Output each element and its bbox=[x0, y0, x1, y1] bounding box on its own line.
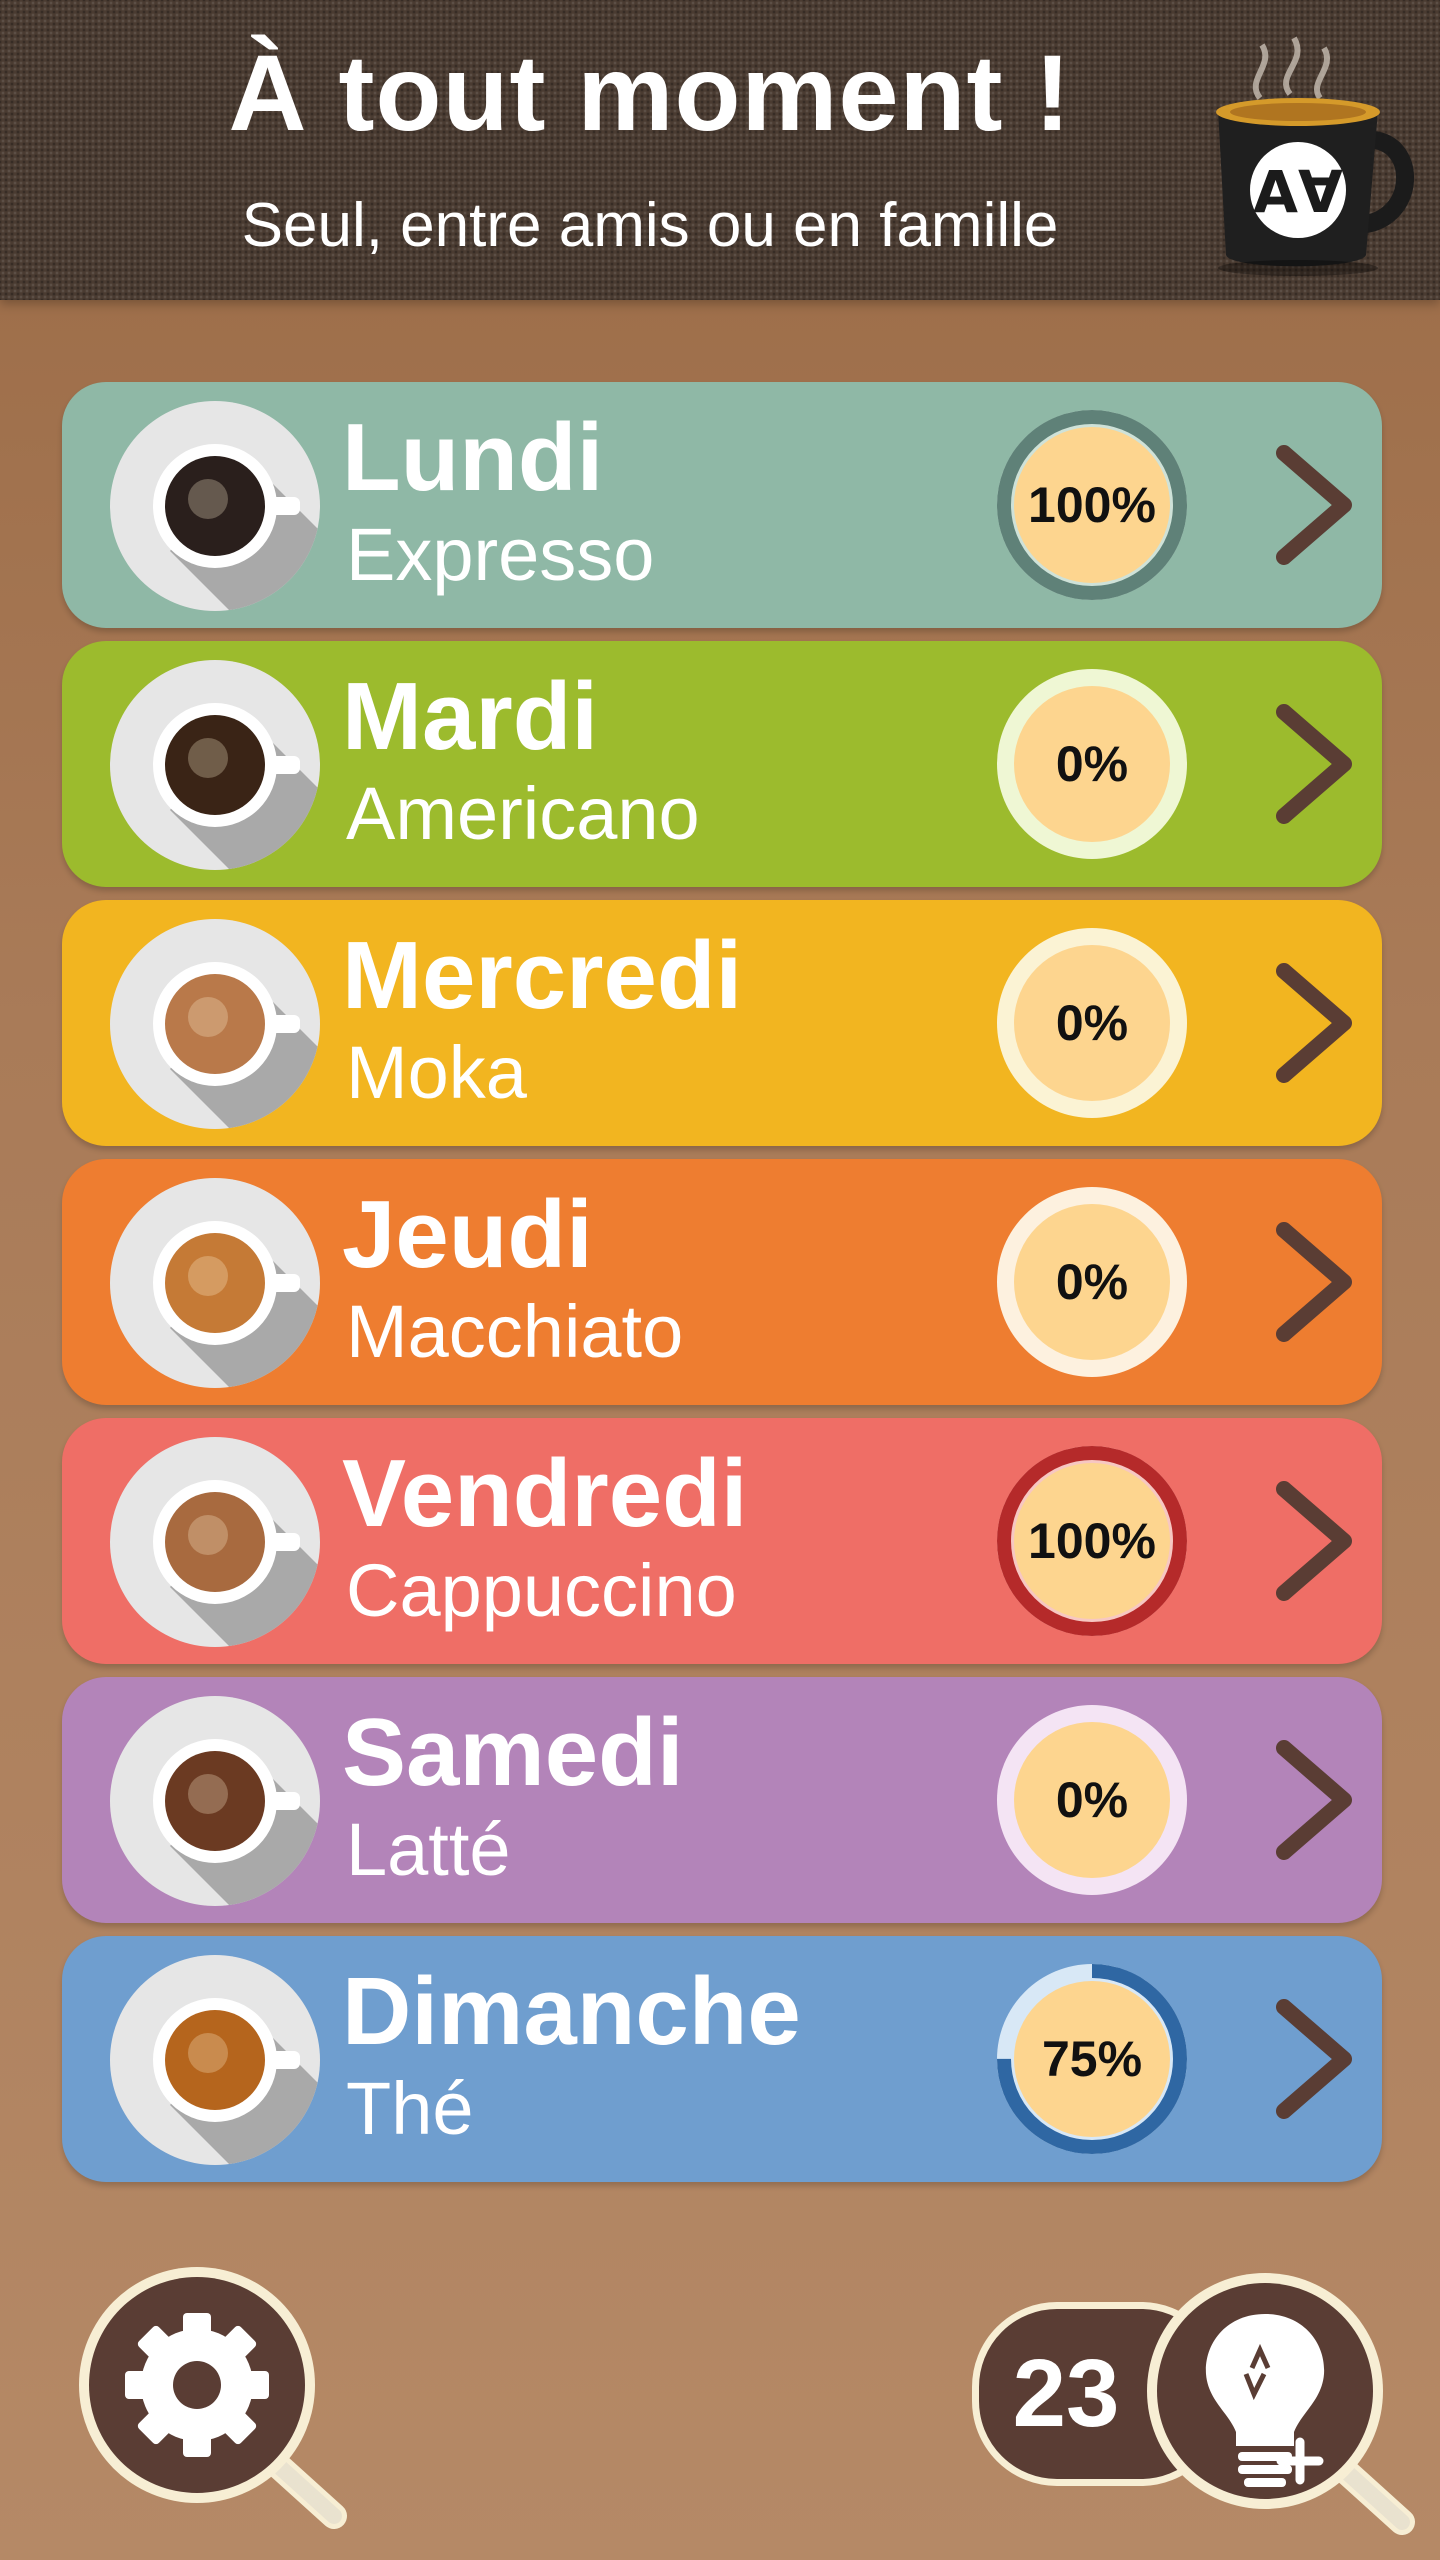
level-row-5[interactable]: Samedi Latté 0% bbox=[62, 1677, 1382, 1923]
chevron-right-icon[interactable] bbox=[1262, 1740, 1372, 1860]
drink-label: Latté bbox=[346, 1808, 511, 1891]
progress-percent: 75% bbox=[1041, 2031, 1143, 2087]
hint-count: 23 bbox=[1012, 2340, 1120, 2447]
americano-cup-icon bbox=[110, 660, 320, 870]
day-label: Mercredi bbox=[342, 922, 743, 1029]
level-row-3[interactable]: Jeudi Macchiato 0% bbox=[62, 1159, 1382, 1405]
coffee-cup-logo-icon: A∀ bbox=[1216, 36, 1415, 276]
logo-text: A∀ bbox=[1253, 158, 1343, 226]
espresso-cup-icon bbox=[110, 401, 320, 611]
progress-percent: 100% bbox=[1028, 477, 1156, 533]
progress-percent: 0% bbox=[1055, 736, 1129, 792]
drink-label: Americano bbox=[346, 772, 700, 855]
macchiato-cup-icon bbox=[110, 1178, 320, 1388]
drink-label: Moka bbox=[346, 1031, 527, 1114]
level-row-6[interactable]: Dimanche Thé 75% bbox=[62, 1936, 1382, 2182]
progress-percent: 0% bbox=[1055, 1254, 1129, 1310]
page-subtitle: Seul, entre amis ou en famille bbox=[241, 191, 1059, 260]
page-title: À tout moment ! bbox=[228, 32, 1072, 153]
day-label: Dimanche bbox=[342, 1958, 801, 2065]
level-row-2[interactable]: Mercredi Moka 0% bbox=[62, 900, 1382, 1146]
level-row-1[interactable]: Mardi Americano 0% bbox=[62, 641, 1382, 887]
drink-label: Expresso bbox=[346, 513, 655, 596]
day-label: Jeudi bbox=[342, 1181, 593, 1288]
gear-icon bbox=[125, 2313, 269, 2457]
chevron-right-icon[interactable] bbox=[1262, 445, 1372, 565]
progress-percent: 0% bbox=[1055, 995, 1129, 1051]
progress-percent: 100% bbox=[1028, 1513, 1156, 1569]
progress-percent: 0% bbox=[1055, 1772, 1129, 1828]
chevron-right-icon[interactable] bbox=[1262, 704, 1372, 824]
drink-label: Cappuccino bbox=[346, 1549, 737, 1632]
day-label: Lundi bbox=[342, 404, 604, 511]
day-label: Vendredi bbox=[342, 1440, 748, 1547]
day-label: Samedi bbox=[342, 1699, 684, 1806]
day-label: Mardi bbox=[342, 663, 599, 770]
level-row-0[interactable]: Lundi Expresso 100% bbox=[62, 382, 1382, 628]
chevron-right-icon[interactable] bbox=[1262, 1999, 1372, 2119]
chevron-right-icon[interactable] bbox=[1262, 1222, 1372, 1342]
chevron-right-icon[interactable] bbox=[1262, 963, 1372, 1083]
level-row-4[interactable]: Vendredi Cappuccino 100% bbox=[62, 1418, 1382, 1664]
tea-cup-icon bbox=[110, 1955, 320, 2165]
app-header: À tout moment ! Seul, entre amis ou en f… bbox=[0, 0, 1440, 300]
chevron-right-icon[interactable] bbox=[1262, 1481, 1372, 1601]
drink-label: Thé bbox=[346, 2067, 474, 2150]
cappuccino-cup-icon bbox=[110, 1437, 320, 1647]
drink-label: Macchiato bbox=[346, 1290, 684, 1373]
settings-button[interactable] bbox=[72, 2260, 362, 2540]
latte-cup-icon bbox=[110, 1696, 320, 1906]
moka-cup-icon bbox=[110, 919, 320, 1129]
hint-button[interactable] bbox=[1140, 2266, 1430, 2546]
